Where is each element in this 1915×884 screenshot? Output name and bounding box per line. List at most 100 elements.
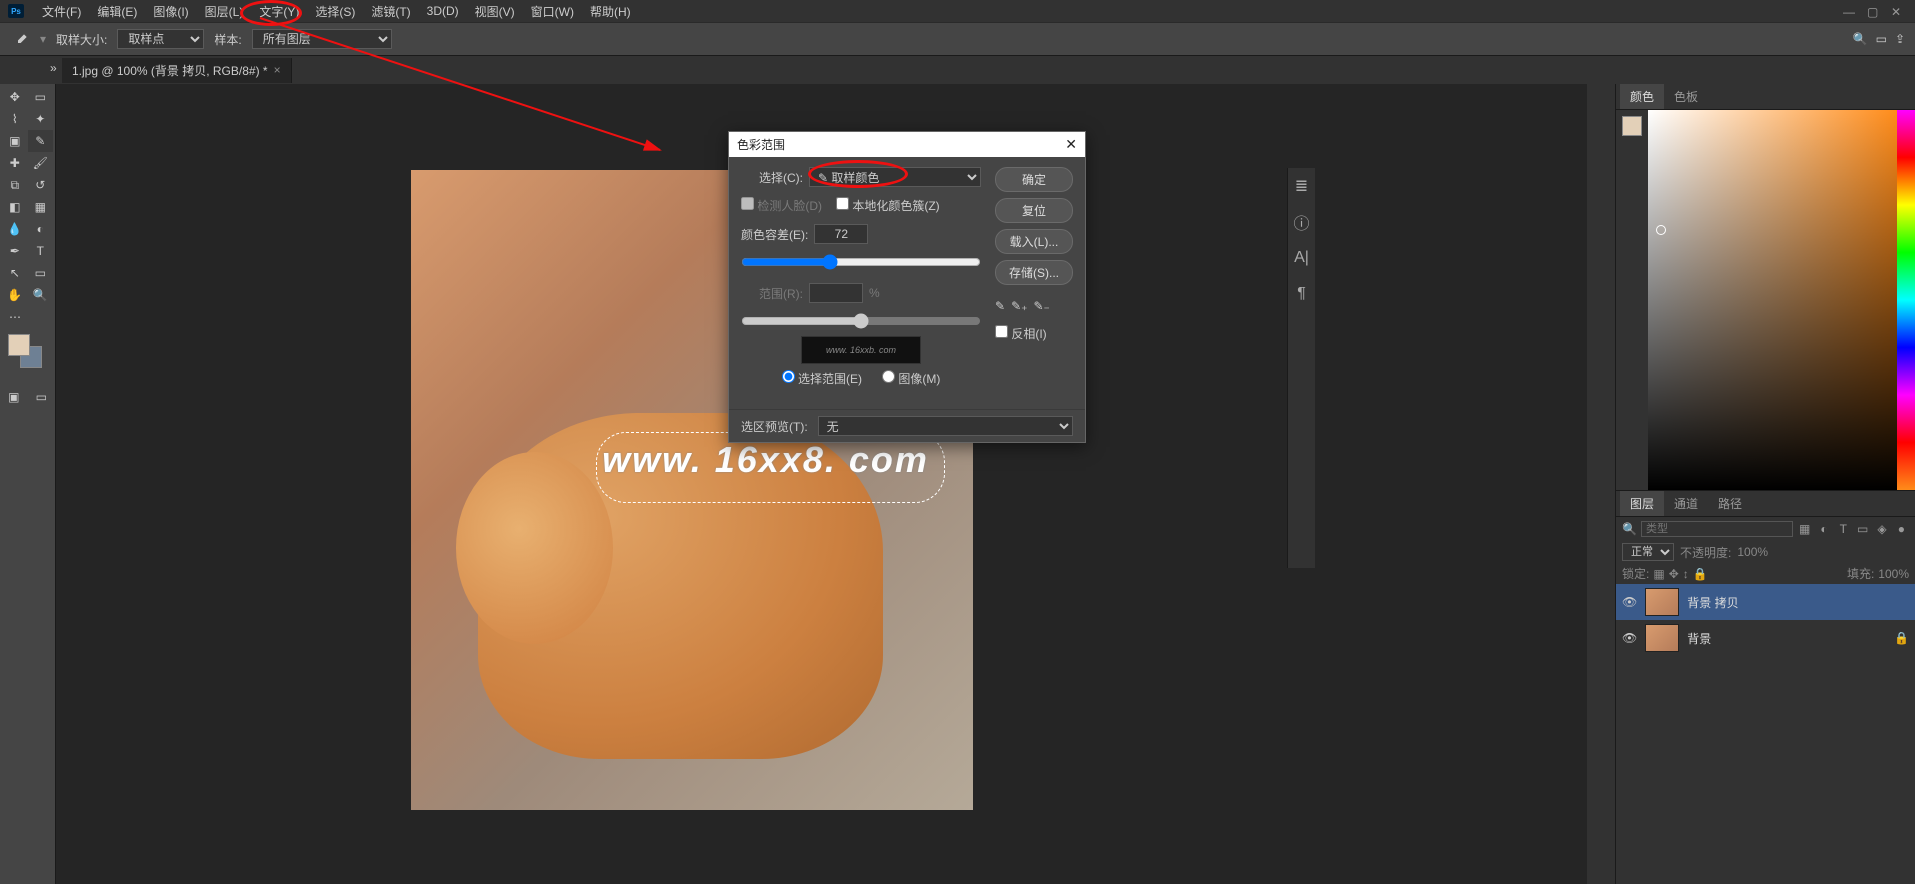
blur-tool[interactable]: 💧 — [2, 218, 28, 240]
filter-adjust-icon[interactable]: ◐ — [1816, 521, 1831, 537]
fg-color-swatch[interactable] — [8, 334, 30, 356]
brush-tool[interactable]: 🖌 — [28, 152, 54, 174]
history-brush-tool[interactable]: ↺ — [28, 174, 54, 196]
tab-swatches[interactable]: 色板 — [1664, 84, 1708, 109]
menu-file[interactable]: 文件(F) — [34, 1, 89, 22]
radio-image[interactable]: 图像(M) — [882, 370, 940, 387]
menu-view[interactable]: 视图(V) — [467, 1, 523, 22]
tab-layers[interactable]: 图层 — [1620, 491, 1664, 516]
filter-smart-icon[interactable]: ◈ — [1874, 521, 1889, 537]
char-panel-icon[interactable]: A| — [1288, 240, 1315, 276]
color-swatches[interactable] — [8, 334, 48, 374]
crop-tool[interactable]: ▣ — [2, 130, 28, 152]
range-label: 范围(R): — [741, 285, 803, 302]
tab-close-icon[interactable]: × — [274, 63, 281, 77]
layer-filter-input[interactable] — [1641, 521, 1793, 537]
layer-row[interactable]: 👁 背景 🔒 — [1616, 620, 1915, 656]
reset-button[interactable]: 复位 — [995, 198, 1073, 223]
heal-tool[interactable]: ✚ — [2, 152, 28, 174]
move-tool[interactable]: ✥ — [2, 86, 28, 108]
menu-type[interactable]: 文字(Y) — [251, 1, 307, 22]
menu-window[interactable]: 窗口(W) — [523, 1, 582, 22]
options-bar: ▾ 取样大小: 取样点 样本: 所有图层 🔍 ▭ ⇪ — [0, 22, 1915, 56]
blend-mode-select[interactable]: 正常 — [1622, 543, 1674, 561]
shape-tool[interactable]: ▭ — [28, 262, 54, 284]
lock-nested-icon[interactable]: ↕ — [1683, 567, 1689, 581]
filter-type-icon[interactable]: T — [1836, 521, 1851, 537]
eraser-tool[interactable]: ◧ — [2, 196, 28, 218]
invert-check[interactable]: 反相(I) — [995, 325, 1073, 342]
color-range-dialog: 色彩范围 ✕ 选择(C): ✎ 取样颜色 检测人脸(D) 本地化颜色簇(Z) 颜… — [728, 131, 1086, 443]
menu-select[interactable]: 选择(S) — [307, 1, 363, 22]
range-slider — [741, 313, 981, 329]
stamp-tool[interactable]: ⧉ — [2, 174, 28, 196]
lock-all-icon[interactable]: 🔒 — [1693, 567, 1708, 581]
filter-shape-icon[interactable]: ▭ — [1855, 521, 1870, 537]
menu-layer[interactable]: 图层(L) — [197, 1, 252, 22]
close-icon[interactable]: ✕ — [1891, 5, 1903, 17]
tab-color[interactable]: 颜色 — [1620, 84, 1664, 109]
more-tools[interactable]: ⋯ — [2, 306, 28, 328]
radio-selection[interactable]: 选择范围(E) — [782, 370, 862, 387]
fuzziness-slider[interactable] — [741, 254, 981, 270]
path-tool[interactable]: ↖ — [2, 262, 28, 284]
menu-help[interactable]: 帮助(H) — [582, 1, 639, 22]
color-field[interactable] — [1648, 110, 1897, 490]
properties-panel-icon[interactable]: ⓘ — [1288, 204, 1315, 240]
visibility-icon[interactable]: 👁 — [1622, 595, 1637, 609]
tab-paths[interactable]: 路径 — [1708, 491, 1752, 516]
lock-pixels-icon[interactable]: ▦ — [1653, 567, 1664, 581]
screen-mode-icon[interactable]: ▭ — [30, 386, 54, 408]
color-panel-swatch[interactable] — [1622, 116, 1642, 136]
zoom-tool[interactable]: 🔍 — [28, 284, 54, 306]
sample-layers-select[interactable]: 所有图层 — [252, 29, 392, 49]
preview-select-dropdown[interactable]: 无 — [818, 416, 1073, 436]
hand-tool[interactable]: ✋ — [2, 284, 28, 306]
type-tool[interactable]: T — [28, 240, 54, 262]
share-icon[interactable]: ⇪ — [1895, 32, 1905, 46]
marquee-tool[interactable]: ▭ — [28, 86, 54, 108]
opacity-value[interactable]: 100% — [1737, 545, 1768, 559]
dialog-titlebar[interactable]: 色彩范围 ✕ — [729, 132, 1085, 157]
visibility-icon[interactable]: 👁 — [1622, 631, 1637, 645]
load-button[interactable]: 载入(L)... — [995, 229, 1073, 254]
doc-tab[interactable]: 1.jpg @ 100% (背景 拷贝, RGB/8#) * × — [62, 58, 292, 83]
workspace-icon[interactable]: ▭ — [1876, 32, 1887, 46]
search-icon[interactable]: 🔍 — [1853, 32, 1868, 46]
wand-tool[interactable]: ✦ — [28, 108, 54, 130]
local-clusters-check[interactable]: 本地化颜色簇(Z) — [836, 197, 940, 214]
select-method-dropdown[interactable]: ✎ 取样颜色 — [809, 167, 981, 187]
range-input — [809, 283, 863, 303]
layer-row[interactable]: 👁 背景 拷贝 — [1616, 584, 1915, 620]
opacity-label: 不透明度: — [1680, 544, 1731, 561]
eyedropper-tool[interactable]: ✎ — [28, 130, 54, 152]
filter-toggle-icon[interactable]: ● — [1894, 521, 1909, 537]
menu-edit[interactable]: 编辑(E) — [89, 1, 145, 22]
gradient-tool[interactable]: ▦ — [28, 196, 54, 218]
lock-position-icon[interactable]: ✥ — [1669, 567, 1679, 581]
tab-channels[interactable]: 通道 — [1664, 491, 1708, 516]
dialog-close-icon[interactable]: ✕ — [1065, 136, 1077, 153]
fill-value[interactable]: 100% — [1878, 567, 1909, 581]
filter-pixel-icon[interactable]: ▦ — [1797, 521, 1812, 537]
dodge-tool[interactable]: ◐ — [28, 218, 54, 240]
pen-tool[interactable]: ✒ — [2, 240, 28, 262]
ok-button[interactable]: 确定 — [995, 167, 1073, 192]
hue-slider[interactable] — [1897, 110, 1915, 490]
eyedropper-icon[interactable]: ✎ — [995, 299, 1005, 313]
paragraph-panel-icon[interactable]: ¶ — [1288, 276, 1315, 312]
maximize-icon[interactable]: ▢ — [1867, 5, 1879, 17]
quick-mask-icon[interactable]: ▣ — [2, 386, 26, 408]
tab-menu-icon[interactable]: » — [50, 61, 62, 79]
sample-size-select[interactable]: 取样点 — [117, 29, 204, 49]
menu-3d[interactable]: 3D(D) — [419, 2, 467, 20]
eyedropper-add-icon[interactable]: ✎₊ — [1011, 299, 1027, 313]
minimize-icon[interactable]: — — [1843, 5, 1855, 17]
save-button[interactable]: 存储(S)... — [995, 260, 1073, 285]
fuzziness-input[interactable] — [814, 224, 868, 244]
menu-filter[interactable]: 滤镜(T) — [363, 1, 418, 22]
history-panel-icon[interactable]: ≣ — [1288, 168, 1315, 204]
eyedropper-sub-icon[interactable]: ✎₋ — [1033, 299, 1049, 313]
lasso-tool[interactable]: ⌇ — [2, 108, 28, 130]
menu-image[interactable]: 图像(I) — [145, 1, 196, 22]
